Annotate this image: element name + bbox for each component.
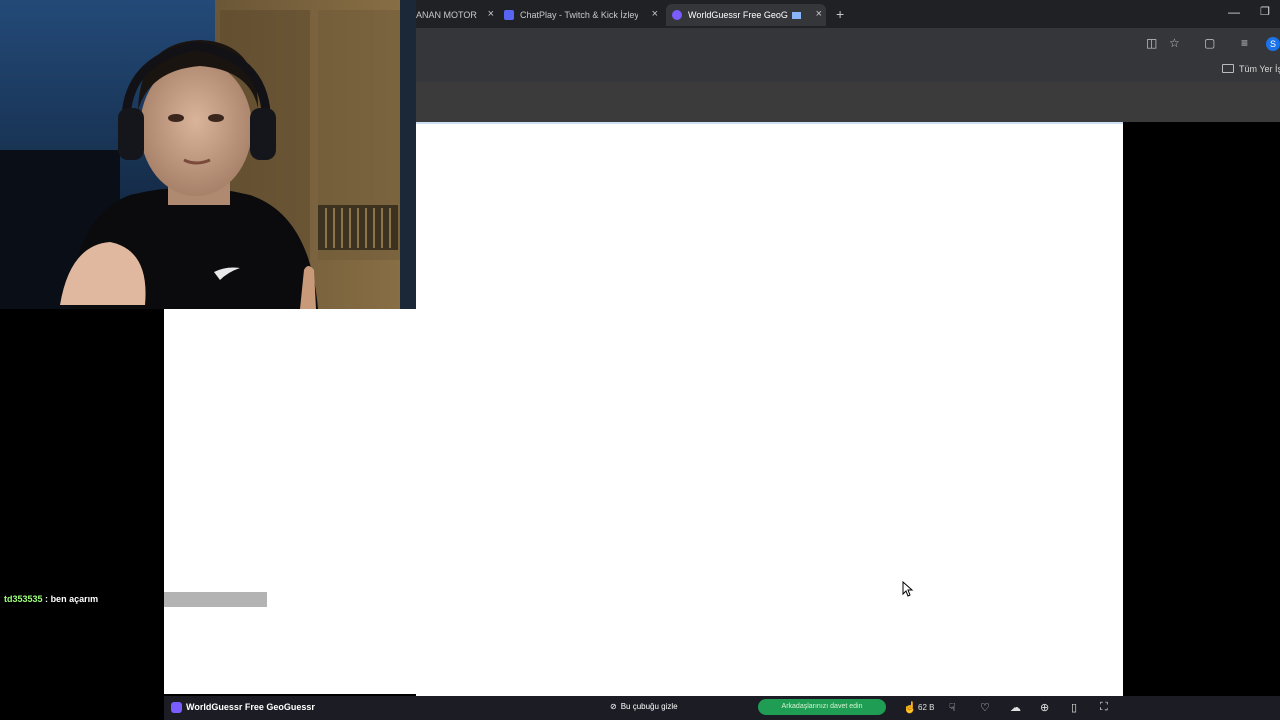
thumbs-up-icon[interactable]: ☝: [903, 701, 917, 714]
bookmark-folder-label: Tüm Yer İşa: [1239, 64, 1280, 74]
hide-bar-button[interactable]: ⊘ Bu çubuğu gizle: [610, 702, 678, 711]
game-bottom-bar: [164, 696, 1280, 720]
chat-text: ben açarım: [50, 594, 99, 604]
chat-message: td353535 : ben açarım: [4, 594, 98, 604]
cursor-icon: [902, 580, 914, 602]
screen-share-icon: [792, 11, 801, 19]
worldguessr-logo-icon: [171, 702, 182, 713]
phone-icon[interactable]: ▯: [1071, 701, 1077, 714]
game-viewport-left[interactable]: [164, 309, 416, 694]
tab-label: ANAN MOTOR: [416, 10, 477, 20]
close-icon[interactable]: ×: [816, 8, 822, 20]
chat-username: td353535: [4, 594, 43, 604]
tab-chatplay[interactable]: ChatPlay - Twitch & Kick İzleyic ×: [504, 4, 658, 26]
like-count: 62 B: [918, 703, 935, 712]
invite-label: Arkadaşlarınızı davet edin: [781, 703, 863, 710]
invite-friends-button[interactable]: Arkadaşlarınızı davet edin: [758, 699, 886, 715]
loading-bar: [164, 592, 267, 607]
star-icon[interactable]: ☆: [1169, 36, 1180, 50]
tab-search-icon[interactable]: ≡: [1241, 36, 1248, 50]
crosshair-icon[interactable]: ⊕: [1040, 701, 1049, 714]
tab-label: WorldGuessr Free GeoGues: [688, 10, 788, 20]
folder-icon: [1222, 64, 1234, 73]
fullscreen-icon[interactable]: ⛶: [1100, 701, 1108, 714]
heart-icon[interactable]: ♡: [980, 701, 990, 714]
close-icon[interactable]: ×: [488, 8, 494, 20]
tab-label: ChatPlay - Twitch & Kick İzleyic: [520, 10, 638, 20]
all-bookmarks-folder[interactable]: Tüm Yer İşa: [1222, 64, 1280, 74]
chatplay-favicon-icon: [504, 10, 514, 20]
thumbs-down-icon[interactable]: ☟: [949, 701, 956, 714]
tab-anan-motor[interactable]: ANAN MOTOR ×: [416, 4, 494, 26]
close-icon[interactable]: ×: [652, 8, 658, 20]
hide-bar-label: Bu çubuğu gizle: [620, 702, 678, 711]
maximize-icon[interactable]: ❐: [1260, 5, 1270, 18]
game-viewport[interactable]: [416, 122, 1123, 696]
tab-worldguessr[interactable]: WorldGuessr Free GeoGues ×: [666, 4, 826, 26]
streamer-webcam-image: [0, 0, 416, 309]
new-tab-button[interactable]: +: [836, 6, 844, 22]
extensions-icon[interactable]: ▢: [1204, 36, 1215, 50]
cloud-icon[interactable]: ☁: [1010, 701, 1021, 714]
game-title: WorldGuessr Free GeoGuessr: [186, 702, 315, 712]
eye-off-icon: ⊘: [610, 702, 617, 711]
chat-separator: :: [45, 594, 49, 604]
profile-avatar[interactable]: S: [1266, 37, 1280, 51]
webcam-overlay: [0, 0, 416, 309]
cursor-shape: [902, 580, 914, 597]
worldguessr-favicon-icon: [672, 10, 682, 20]
page-side-panel: [1123, 122, 1280, 694]
minimize-icon[interactable]: —: [1228, 5, 1240, 19]
install-icon[interactable]: ◫: [1146, 36, 1157, 50]
